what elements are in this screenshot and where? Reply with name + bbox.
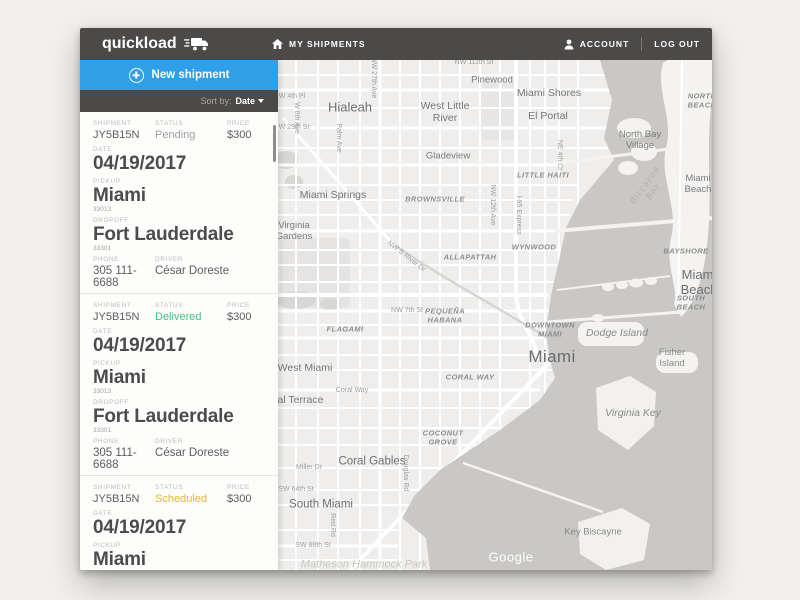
driver-value: César Doreste [155, 265, 264, 277]
price-value: $300 [227, 311, 264, 323]
dropoff-zip-value: 33301 [93, 427, 264, 434]
dropoff-zip-value: 33301 [93, 245, 264, 252]
shipment-card[interactable]: SHIPMENT JY5B15N STATUS Pending PRICE $3… [80, 112, 278, 294]
map-view[interactable]: NW 111th StW 4th PlW 8th AveNW 27th AveP… [278, 60, 712, 570]
dropoff-city-value: Fort Lauderdale [93, 408, 264, 426]
nav-my-shipments-label: MY SHIPMENTS [289, 39, 366, 49]
date-value: 04/19/2017 [93, 337, 264, 355]
driver-field-label: DRIVER [155, 256, 264, 263]
date-value: 04/19/2017 [93, 519, 264, 537]
dropoff-field-label: DROPOFF [93, 399, 264, 406]
dropoff-city-value: Fort Lauderdale [93, 226, 264, 244]
sort-bar: Sort by: Date [80, 90, 278, 112]
phone-field-label: PHONE [93, 438, 155, 445]
nav-my-shipments[interactable]: MY SHIPMENTS [272, 39, 366, 49]
pickup-field-label: PICKUP [93, 542, 264, 549]
app-window: quickload MY SHIPMENTS [80, 28, 712, 570]
shipment-field-label: SHIPMENT [93, 302, 155, 309]
date-field-label: DATE [93, 510, 264, 517]
shipment-field-label: SHIPMENT [93, 484, 155, 491]
status-value: Delivered [155, 311, 227, 323]
price-value: $300 [227, 493, 264, 505]
date-value: 04/19/2017 [93, 155, 264, 173]
shipment-card[interactable]: SHIPMENT JY5B15N STATUS Delivered PRICE … [80, 294, 278, 476]
logout-button[interactable]: LOG OUT [654, 39, 700, 49]
date-field-label: DATE [93, 328, 264, 335]
header-divider [641, 37, 642, 51]
phone-value: 305 111-6688 [93, 447, 155, 471]
status-field-label: STATUS [155, 120, 227, 127]
account-label: ACCOUNT [580, 39, 630, 49]
shipment-field-label: SHIPMENT [93, 120, 155, 127]
status-value: Scheduled [155, 493, 227, 505]
plus-icon [129, 68, 144, 83]
price-field-label: PRICE [227, 484, 264, 491]
person-icon [564, 39, 574, 50]
shipment-id-value: JY5B15N [93, 129, 155, 141]
pickup-zip-value: 33013 [93, 388, 264, 395]
sort-value: Date [235, 96, 255, 106]
phone-field-label: PHONE [93, 256, 155, 263]
pickup-field-label: PICKUP [93, 178, 264, 185]
date-field-label: DATE [93, 146, 264, 153]
app-header: quickload MY SHIPMENTS [80, 28, 712, 60]
logout-label: LOG OUT [654, 39, 700, 49]
pickup-city-value: Miami [93, 187, 264, 205]
status-value: Pending [155, 129, 227, 141]
pickup-city-value: Miami [93, 551, 264, 569]
truck-icon [184, 37, 210, 52]
sort-dropdown[interactable]: Date [235, 96, 264, 106]
account-button[interactable]: ACCOUNT [564, 39, 630, 50]
price-field-label: PRICE [227, 120, 264, 127]
status-field-label: STATUS [155, 302, 227, 309]
sidebar-scrollbar[interactable] [273, 125, 276, 162]
app-logo[interactable]: quickload [80, 35, 256, 53]
price-field-label: PRICE [227, 302, 264, 309]
map-canvas [278, 60, 712, 570]
chevron-down-icon [258, 99, 264, 103]
driver-value: César Doreste [155, 447, 264, 459]
shipment-id-value: JY5B15N [93, 493, 155, 505]
dropoff-field-label: DROPOFF [93, 217, 264, 224]
price-value: $300 [227, 129, 264, 141]
home-icon [272, 39, 283, 49]
shipment-id-value: JY5B15N [93, 311, 155, 323]
driver-field-label: DRIVER [155, 438, 264, 445]
pickup-zip-value: 33013 [93, 206, 264, 213]
sort-by-label: Sort by: [200, 96, 231, 106]
new-shipment-label: New shipment [152, 69, 230, 81]
status-field-label: STATUS [155, 484, 227, 491]
shipments-sidebar: New shipment Sort by: Date SHIPMENT JY5B… [80, 60, 278, 570]
pickup-field-label: PICKUP [93, 360, 264, 367]
phone-value: 305 111-6688 [93, 265, 155, 289]
new-shipment-button[interactable]: New shipment [80, 60, 278, 90]
shipment-card[interactable]: SHIPMENT JY5B15N STATUS Scheduled PRICE … [80, 476, 278, 570]
shipment-list: SHIPMENT JY5B15N STATUS Pending PRICE $3… [80, 112, 278, 570]
pickup-city-value: Miami [93, 369, 264, 387]
logo-text: quickload [102, 35, 177, 53]
